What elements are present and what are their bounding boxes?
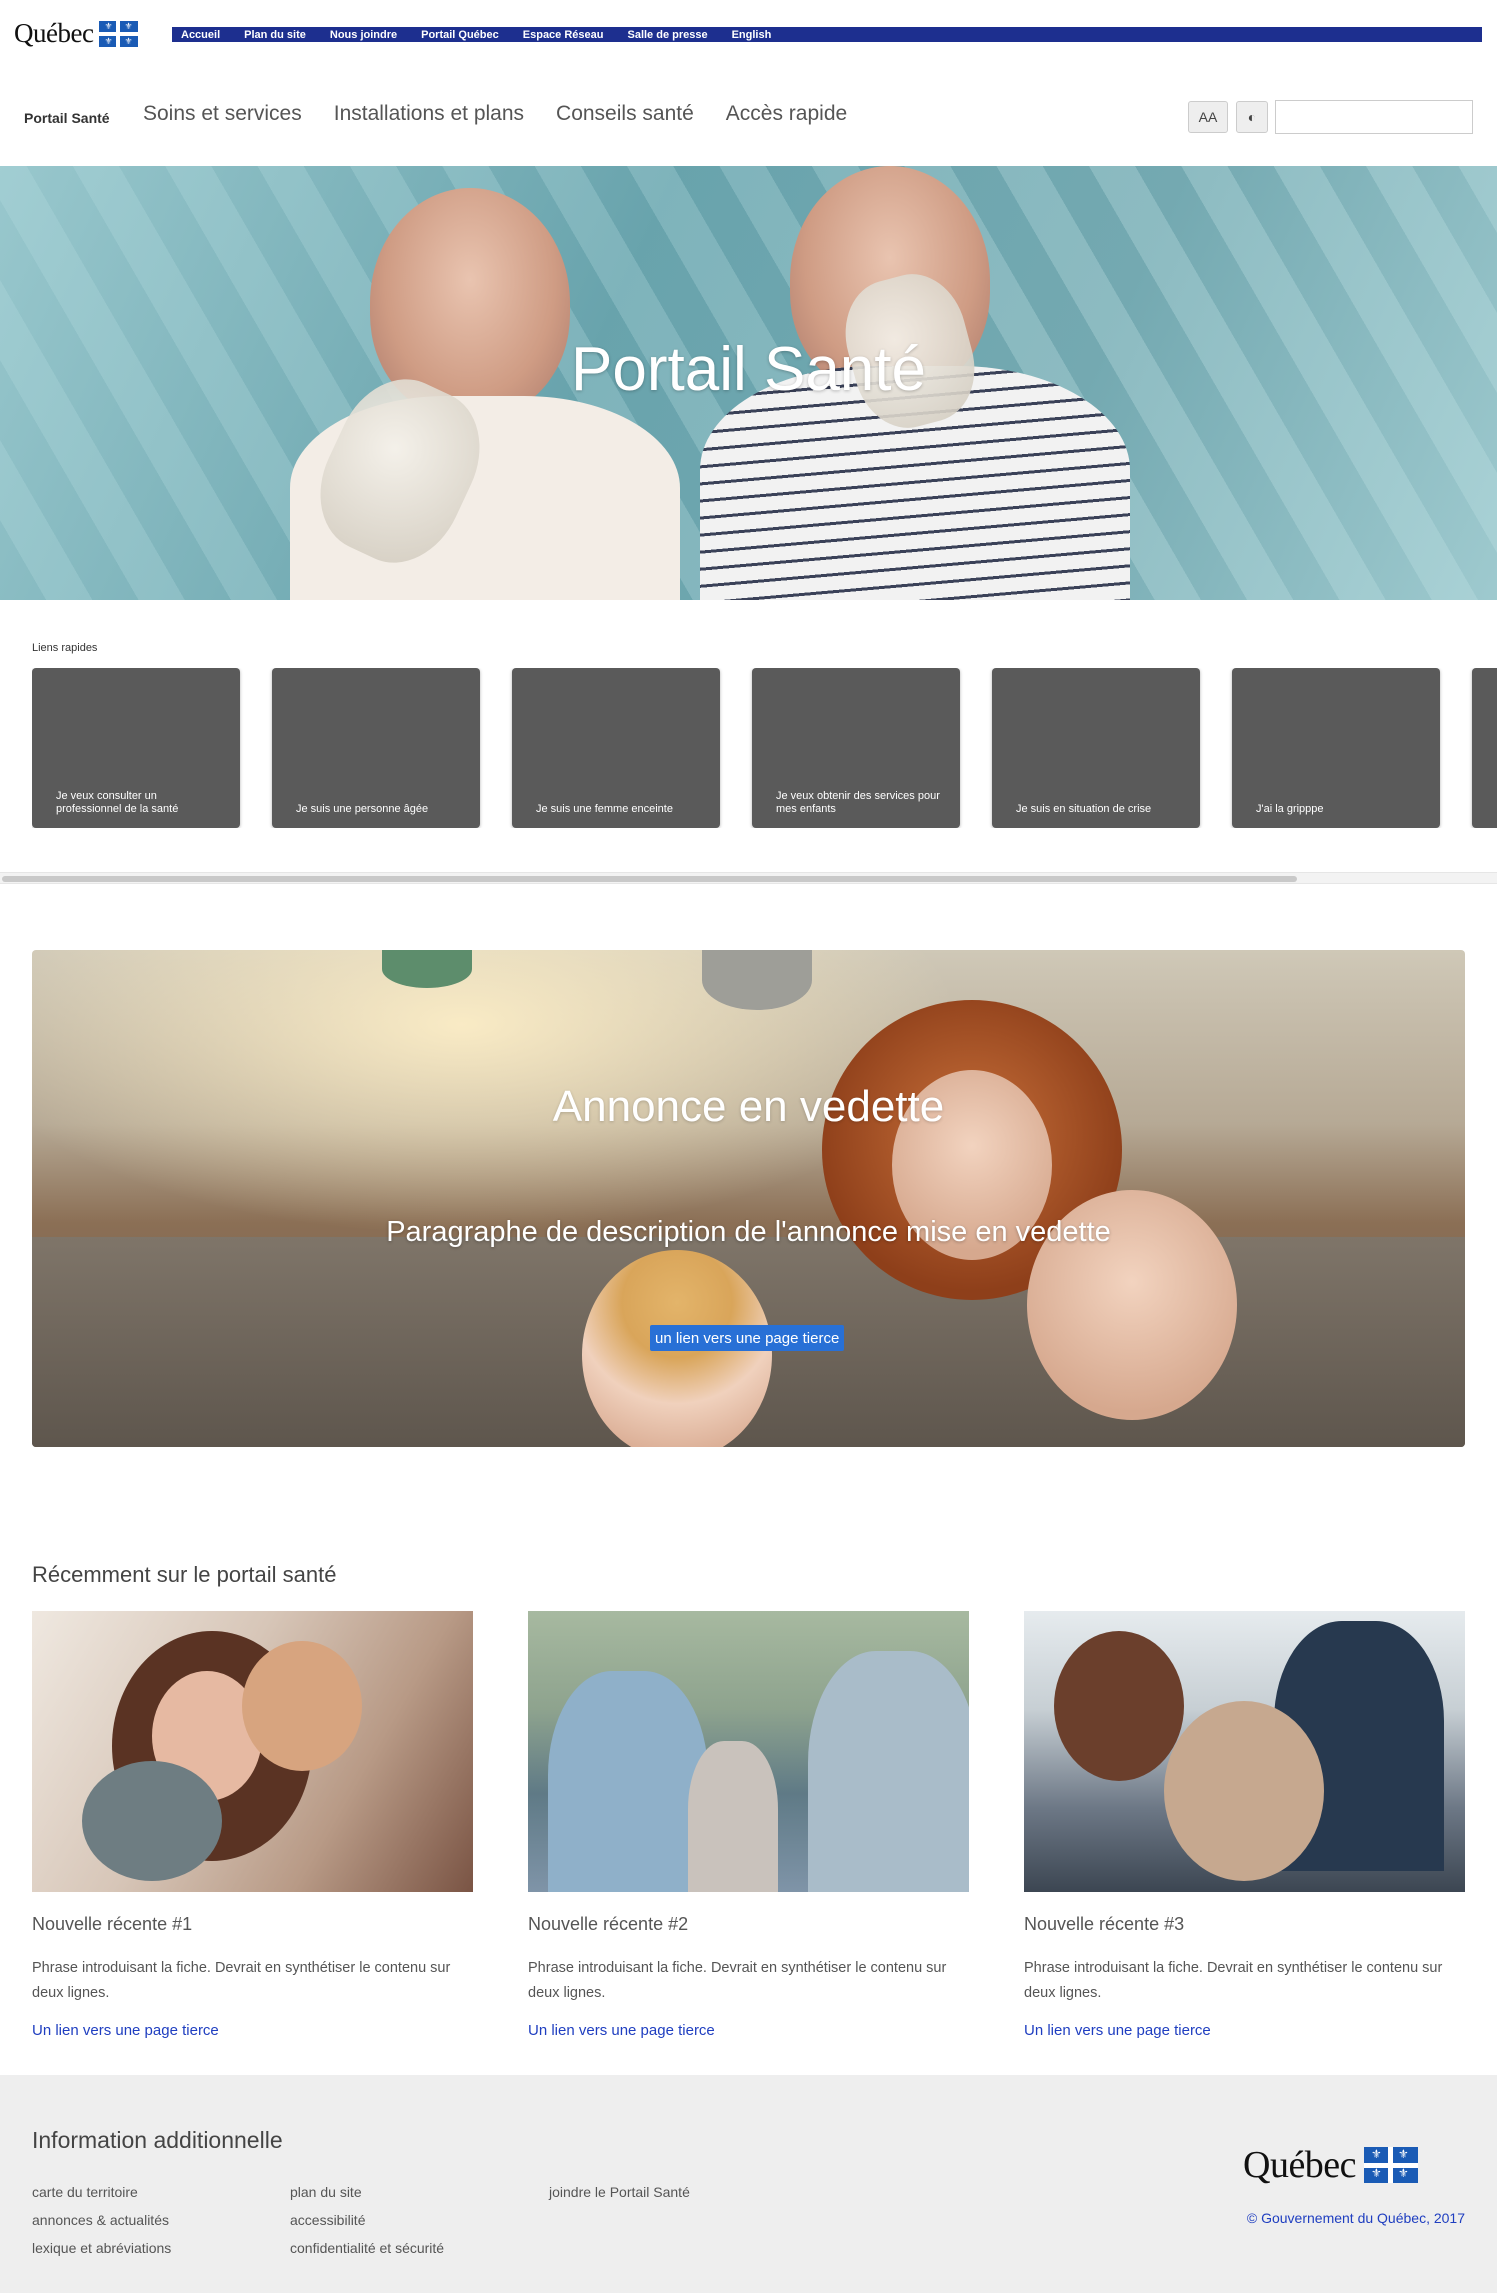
nav-item-conseils-sante[interactable]: Conseils santé	[556, 102, 694, 126]
quick-link-label: J'ai la gripppe	[1256, 803, 1324, 815]
featured-description: Paragraphe de description de l'annonce m…	[386, 1216, 1111, 1248]
footer-logo-text: Québec	[1243, 2144, 1357, 2186]
news-title: Nouvelle récente #1	[32, 1914, 193, 1934]
quebec-logo[interactable]: Québec ⚜ ⚜ ⚜ ⚜	[14, 18, 139, 49]
featured-title: Annonce en vedette	[552, 1082, 945, 1131]
gov-link-portail-quebec[interactable]: Portail Québec	[421, 29, 499, 41]
recent-section-title: Récemment sur le portail santé	[32, 1562, 337, 1587]
featured-photo-lamp	[382, 950, 472, 988]
nav-menu: Soins et services Installations et plans…	[143, 102, 847, 126]
featured-photo-lamp	[702, 950, 812, 1010]
quick-link-card[interactable]: J'ai la gripppe	[1232, 668, 1440, 828]
scrollbar-thumb[interactable]	[2, 876, 1297, 882]
footer-link-joindre[interactable]: joindre le Portail Santé	[549, 2183, 690, 2201]
gov-link-nous-joindre[interactable]: Nous joindre	[330, 29, 397, 41]
quick-links-row: Je veux consulter un professionnel de la…	[32, 668, 1497, 828]
footer-link-confidentialite[interactable]: confidentialité et sécurité	[290, 2239, 444, 2257]
news-link[interactable]: Un lien vers une page tierce	[528, 2022, 715, 2039]
quick-link-card[interactable]: Je veux consulter un professionnel de la…	[32, 668, 240, 828]
quick-link-label: Je veux obtenir des services pour mes en…	[776, 790, 940, 815]
hero-banner: Portail Santé	[0, 166, 1497, 600]
news-link[interactable]: Un lien vers une page tierce	[1024, 2022, 1211, 2039]
quick-link-card[interactable]: Je suis en situation de crise	[992, 668, 1200, 828]
main-navigation: Portail Santé Soins et services Installa…	[0, 58, 1497, 166]
search-input[interactable]	[1275, 100, 1473, 134]
footer: Information additionnelle carte du terri…	[0, 2075, 1497, 2293]
news-card: Nouvelle récente #3 Phrase introduisant …	[1024, 1611, 1465, 2039]
news-photo-father	[808, 1651, 969, 1892]
gov-link-salle-de-presse[interactable]: Salle de presse	[627, 29, 707, 41]
news-link[interactable]: Un lien vers une page tierce	[32, 2022, 219, 2039]
nav-item-acces-rapide[interactable]: Accès rapide	[726, 102, 847, 126]
footer-copyright: © Gouvernement du Québec, 2017	[1246, 2210, 1465, 2226]
nav-item-soins-et-services[interactable]: Soins et services	[143, 102, 302, 126]
footer-column-3: joindre le Portail Santé	[549, 2183, 690, 2201]
news-summary: Phrase introduisant la fiche. Devrait en…	[528, 1960, 947, 2001]
contrast-toggle-button[interactable]: ◐	[1236, 101, 1268, 133]
quick-link-label: Je suis une personne âgée	[296, 803, 429, 815]
gov-link-espace-reseau[interactable]: Espace Réseau	[523, 29, 604, 41]
footer-link-lexique[interactable]: lexique et abréviations	[32, 2239, 171, 2257]
featured-link-button[interactable]: un lien vers une page tierce	[650, 1325, 845, 1351]
news-photo-girl	[242, 1641, 362, 1771]
footer-quebec-logo[interactable]: Québec ⚜ ⚜ ⚜ ⚜	[1243, 2143, 1419, 2187]
quick-link-card-partial[interactable]	[1472, 668, 1497, 828]
fleurdelise-flag-icon: ⚜ ⚜ ⚜ ⚜	[1364, 2147, 1419, 2183]
featured-announcement: Annonce en vedette Paragraphe de descrip…	[32, 950, 1465, 1447]
footer-link-carte-du-territoire[interactable]: carte du territoire	[32, 2183, 171, 2201]
government-links: Accueil Plan du site Nous joindre Portai…	[172, 27, 1482, 42]
news-title: Nouvelle récente #3	[1024, 1914, 1185, 1934]
hero-title: Portail Santé	[571, 335, 926, 404]
site-brand[interactable]: Portail Santé	[24, 110, 110, 126]
news-image[interactable]	[1024, 1611, 1465, 1892]
news-card: Nouvelle récente #2 Phrase introduisant …	[528, 1611, 969, 2039]
quick-link-label: Je veux consulter un professionnel de la…	[56, 790, 179, 815]
footer-title: Information additionnelle	[32, 2127, 283, 2153]
footer-column-1: carte du territoire annonces & actualité…	[32, 2183, 171, 2257]
news-photo-mother	[1054, 1631, 1184, 1781]
quick-link-card[interactable]: Je suis une personne âgée	[272, 668, 480, 828]
contrast-icon: ◐	[1247, 109, 1257, 125]
footer-column-2: plan du site accessibilité confidentiali…	[290, 2183, 444, 2257]
gov-link-accueil[interactable]: Accueil	[181, 29, 220, 41]
quick-links-scrollbar[interactable]	[0, 872, 1497, 884]
quick-links-label: Liens rapides	[32, 642, 98, 654]
fleurdelise-flag-icon: ⚜ ⚜ ⚜ ⚜	[99, 20, 139, 47]
gov-link-plan-du-site[interactable]: Plan du site	[244, 29, 306, 41]
news-card: Nouvelle récente #1 Phrase introduisant …	[32, 1611, 473, 2039]
news-summary: Phrase introduisant la fiche. Devrait en…	[32, 1960, 451, 2001]
news-summary: Phrase introduisant la fiche. Devrait en…	[1024, 1960, 1443, 2001]
font-size-button[interactable]: AA	[1188, 101, 1228, 133]
gov-link-english[interactable]: English	[732, 29, 772, 41]
quick-link-card[interactable]: Je suis une femme enceinte	[512, 668, 720, 828]
footer-link-annonces-actualites[interactable]: annonces & actualités	[32, 2211, 171, 2229]
news-photo-children	[1164, 1701, 1324, 1881]
quebec-logo-text: Québec	[14, 18, 94, 48]
news-photo-mother	[548, 1671, 708, 1892]
news-image[interactable]	[32, 1611, 473, 1892]
quick-link-label: Je suis une femme enceinte	[536, 803, 673, 815]
footer-link-plan-du-site[interactable]: plan du site	[290, 2183, 444, 2201]
news-image[interactable]	[528, 1611, 969, 1892]
news-photo-baby	[82, 1761, 222, 1881]
news-title: Nouvelle récente #2	[528, 1914, 689, 1934]
quick-link-label: Je suis en situation de crise	[1016, 803, 1152, 815]
government-bar: Québec ⚜ ⚜ ⚜ ⚜ Accueil Plan du site Nous…	[0, 0, 1497, 58]
quick-link-card[interactable]: Je veux obtenir des services pour mes en…	[752, 668, 960, 828]
footer-link-accessibilite[interactable]: accessibilité	[290, 2211, 444, 2229]
news-photo-child	[688, 1741, 778, 1892]
nav-item-installations-et-plans[interactable]: Installations et plans	[334, 102, 524, 126]
